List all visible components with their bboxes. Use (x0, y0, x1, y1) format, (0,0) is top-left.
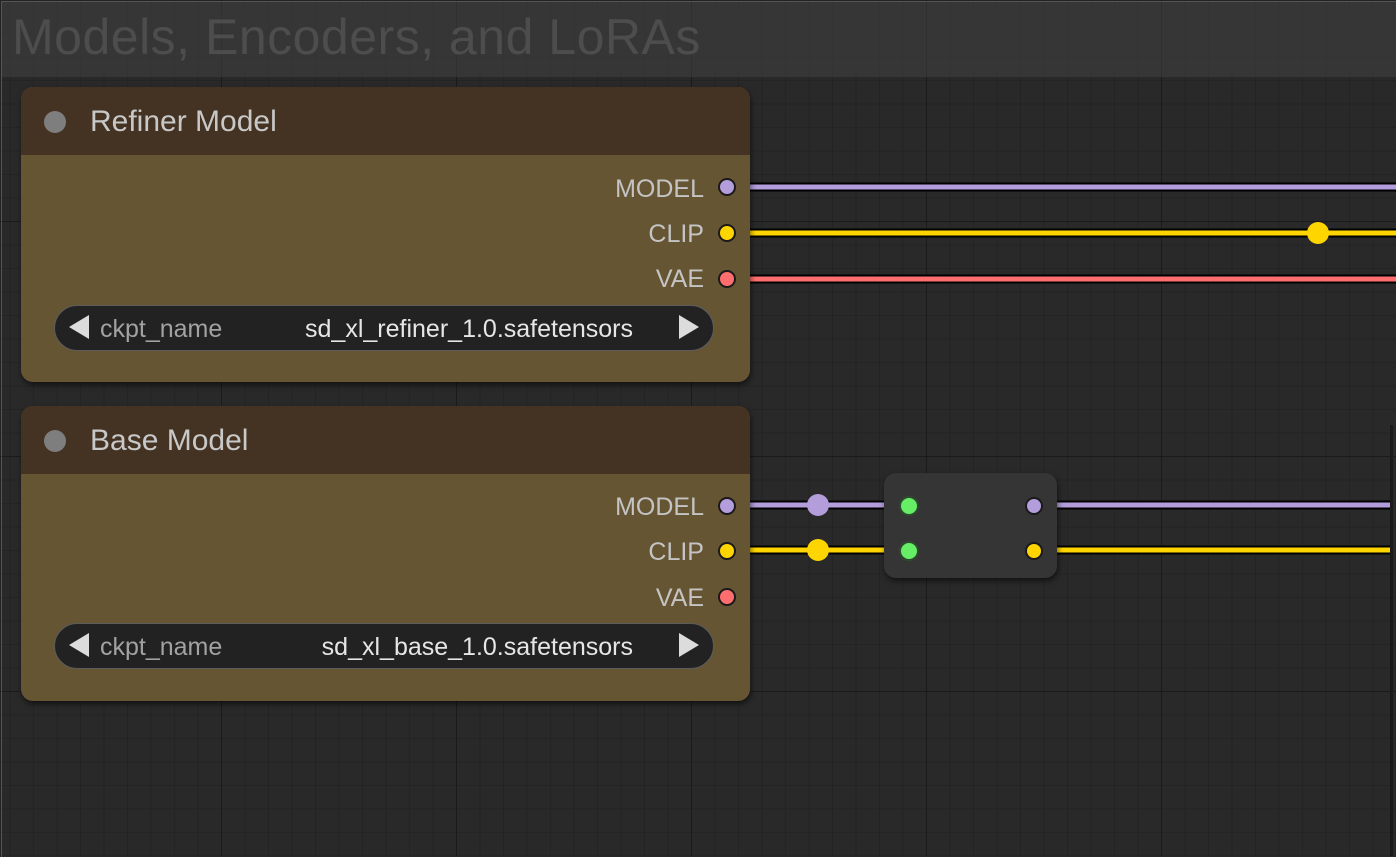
node-collapse-dot[interactable] (44, 430, 66, 452)
widget-name: ckpt_name (100, 315, 223, 343)
output-slot-model[interactable] (718, 178, 736, 196)
group-edge (1390, 425, 1393, 856)
node-collapse-dot[interactable] (44, 111, 66, 133)
output-label-clip: CLIP (648, 220, 704, 248)
output-slot-clip[interactable] (1025, 542, 1043, 560)
wire-midpoint-clip-base[interactable] (807, 539, 829, 561)
output-slot-vae[interactable] (718, 588, 736, 606)
output-label-clip: CLIP (648, 538, 704, 566)
wire-refiner-clip[interactable] (728, 222, 1396, 244)
wire-midpoint-model[interactable] (807, 494, 829, 516)
output-slot-model[interactable] (718, 497, 736, 515)
node-title: Base Model (90, 424, 249, 457)
input-slot-model[interactable] (899, 496, 919, 516)
arrow-left-icon[interactable] (69, 315, 89, 339)
node-title: Refiner Model (90, 105, 277, 138)
wire-base-model[interactable] (728, 494, 1391, 516)
base-model-node[interactable]: Base Model MODEL CLIP VAE ckpt_name sd_x… (21, 406, 750, 701)
output-label-model: MODEL (615, 175, 704, 203)
wire-midpoint-clip[interactable] (1307, 222, 1329, 244)
wire-base-clip[interactable] (728, 539, 1391, 561)
output-slot-model[interactable] (1025, 497, 1043, 515)
arrow-right-icon[interactable] (679, 633, 699, 657)
widget-name: ckpt_name (100, 633, 223, 661)
arrow-left-icon[interactable] (69, 633, 89, 657)
output-slot-clip[interactable] (718, 542, 736, 560)
output-label-vae: VAE (655, 584, 704, 612)
output-label-model: MODEL (615, 493, 704, 521)
reroute-node[interactable] (884, 473, 1057, 578)
arrow-right-icon[interactable] (679, 315, 699, 339)
ckpt-name-combo[interactable]: ckpt_name sd_xl_refiner_1.0.safetensors (54, 305, 714, 351)
ckpt-name-combo[interactable]: ckpt_name sd_xl_base_1.0.safetensors (54, 623, 714, 669)
output-label-vae: VAE (655, 265, 704, 293)
node-header[interactable]: Refiner Model (21, 87, 750, 155)
output-slot-vae[interactable] (718, 270, 736, 288)
node-header[interactable]: Base Model (21, 406, 750, 474)
widget-value: sd_xl_base_1.0.safetensors (321, 633, 633, 661)
output-slot-clip[interactable] (718, 224, 736, 242)
widget-value: sd_xl_refiner_1.0.safetensors (305, 315, 633, 343)
input-slot-clip[interactable] (899, 541, 919, 561)
refiner-model-node[interactable]: Refiner Model MODEL CLIP VAE ckpt_name s… (21, 87, 750, 382)
